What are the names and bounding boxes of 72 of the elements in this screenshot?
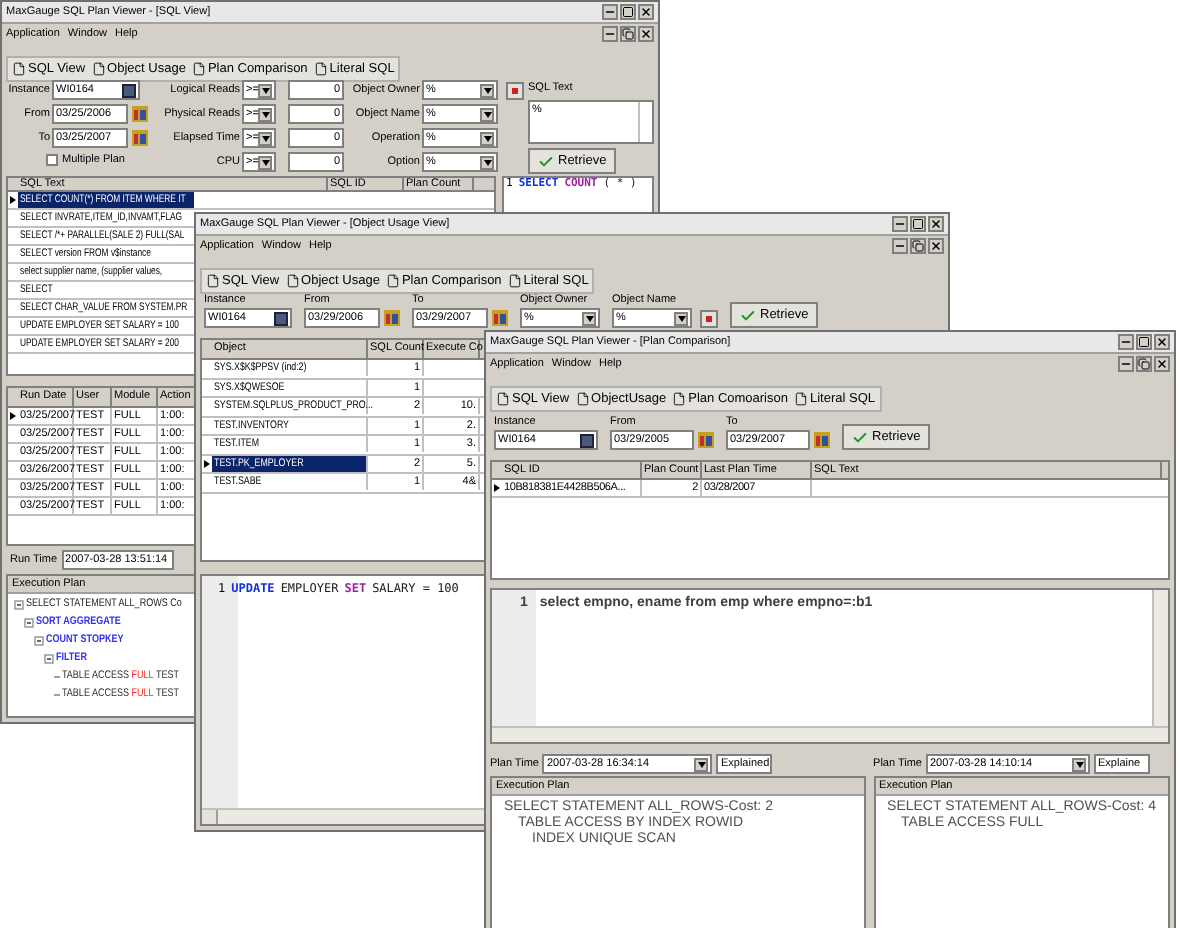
close-icon: [640, 28, 652, 40]
calendar-button[interactable]: [490, 308, 508, 326]
close-button[interactable]: [638, 26, 654, 42]
minimize-button[interactable]: [1118, 334, 1134, 350]
restore-button[interactable]: [620, 26, 636, 42]
restore-button[interactable]: [1136, 356, 1152, 372]
document-icon: [793, 392, 808, 406]
checkmark-icon: [538, 153, 554, 169]
close-button[interactable]: [1154, 356, 1170, 372]
collapse-icon[interactable]: [44, 654, 54, 664]
collapse-icon[interactable]: [24, 618, 34, 628]
close-icon: [640, 6, 652, 18]
close-icon: [1156, 358, 1168, 370]
document-icon: [191, 62, 206, 76]
close-icon: [1156, 336, 1168, 348]
clear-button[interactable]: [506, 81, 524, 99]
document-icon: [313, 62, 328, 76]
calendar-icon: [491, 309, 507, 325]
document-icon: [285, 274, 300, 288]
restore-icon: [912, 240, 924, 252]
document-icon: [672, 392, 687, 406]
checkmark-icon: [740, 307, 756, 323]
maximize-icon: [622, 6, 634, 18]
maximize-button[interactable]: [1136, 334, 1152, 350]
minimize-button[interactable]: [1118, 356, 1134, 372]
calendar-icon: [813, 431, 829, 447]
calendar-icon: [131, 106, 147, 122]
calendar-button[interactable]: [130, 129, 148, 147]
clear-icon: [704, 313, 714, 323]
calendar-icon: [697, 431, 713, 447]
row-pointer-icon: [494, 484, 500, 492]
maximize-button[interactable]: [620, 4, 636, 20]
row-pointer-icon: [204, 459, 210, 468]
restore-icon: [622, 28, 634, 40]
checkmark-icon: [852, 429, 868, 445]
document-icon: [385, 274, 400, 288]
calendar-button[interactable]: [812, 430, 830, 448]
restore-button[interactable]: [910, 238, 926, 254]
document-icon: [496, 392, 510, 406]
document-icon: [12, 62, 26, 76]
minimize-button[interactable]: [602, 26, 618, 42]
minimize-button[interactable]: [892, 238, 908, 254]
minimize-button[interactable]: [892, 216, 908, 232]
collapse-icon[interactable]: [34, 636, 44, 646]
close-icon: [930, 240, 942, 252]
document-icon: [575, 392, 590, 406]
close-button[interactable]: [638, 4, 654, 20]
maximize-icon: [1138, 336, 1150, 348]
calendar-button[interactable]: [696, 430, 714, 448]
minimize-button[interactable]: [602, 4, 618, 20]
calendar-button[interactable]: [130, 105, 148, 123]
calendar-button[interactable]: [382, 308, 400, 326]
close-button[interactable]: [928, 238, 944, 254]
document-icon: [507, 274, 522, 288]
row-pointer-icon: [10, 412, 16, 420]
checkbox[interactable]: [46, 154, 58, 167]
clear-icon: [510, 85, 520, 95]
horizontal-scrollbar[interactable]: [492, 726, 1168, 742]
restore-icon: [1138, 358, 1150, 370]
close-button[interactable]: [1154, 334, 1170, 350]
calendar-icon: [383, 309, 399, 325]
row-pointer-icon: [10, 196, 16, 204]
calendar-icon: [131, 130, 147, 146]
close-button[interactable]: [928, 216, 944, 232]
maximize-icon: [912, 218, 924, 230]
maximize-button[interactable]: [910, 216, 926, 232]
clear-button[interactable]: [700, 309, 718, 327]
vertical-scrollbar[interactable]: [1152, 590, 1168, 726]
close-icon: [930, 218, 942, 230]
document-icon: [91, 62, 106, 76]
document-icon: [206, 274, 220, 288]
collapse-icon[interactable]: [14, 600, 24, 610]
